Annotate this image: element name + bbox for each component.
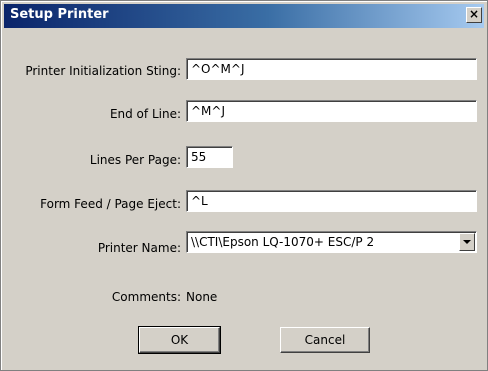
comments-value: None [186,290,218,304]
lines-per-page-input[interactable]: 55 [186,146,233,168]
end-of-line-label: End of Line: [109,107,181,121]
title-bar[interactable]: Setup Printer × [4,4,484,28]
printer-name-select[interactable]: \\CTI\Epson LQ-1070+ ESC/P 2 [186,231,477,253]
window-title: Setup Printer [10,7,109,22]
setup-printer-dialog: Setup Printer × Printer Initialization S… [0,0,488,371]
cancel-button[interactable]: Cancel [280,327,370,353]
end-of-line-input[interactable]: ^M^J [186,100,477,122]
close-button[interactable]: × [466,7,482,23]
init-string-input[interactable]: ^O^M^J [186,58,477,80]
ok-button[interactable]: OK [138,326,221,354]
comments-label: Comments: [111,290,181,304]
close-icon: × [468,7,480,21]
printer-name-value: \\CTI\Epson LQ-1070+ ESC/P 2 [191,235,375,249]
lines-per-page-label: Lines Per Page: [89,153,181,167]
form-feed-input[interactable]: ^L [186,190,477,212]
chevron-down-icon[interactable] [459,233,475,251]
init-string-label: Printer Initialization Sting: [25,64,181,78]
form-feed-label: Form Feed / Page Eject: [40,197,181,211]
printer-name-label: Printer Name: [97,241,181,255]
